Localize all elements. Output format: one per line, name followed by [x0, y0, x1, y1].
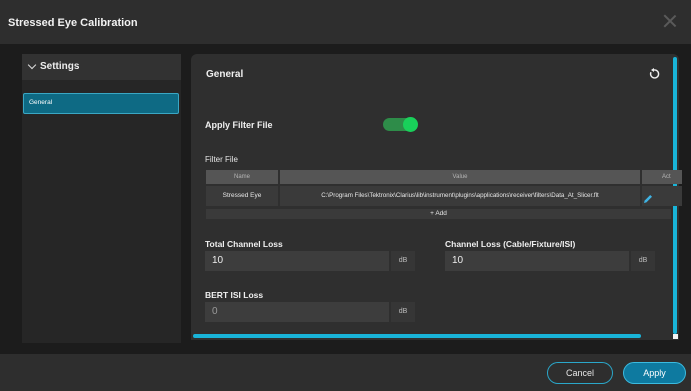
scroll-corner	[673, 334, 678, 339]
toggle-knob	[403, 117, 418, 132]
total-channel-loss-unit: dB	[391, 251, 415, 271]
column-header-name: Name	[206, 170, 278, 184]
sidebar-item-label: General	[29, 99, 53, 106]
reset-icon[interactable]	[648, 68, 660, 80]
channel-loss-value: 10	[452, 255, 464, 266]
pencil-icon[interactable]	[643, 191, 653, 203]
filter-name-cell: Stressed Eye	[206, 186, 278, 206]
column-header-value: Value	[280, 170, 640, 184]
title-bar: Stressed Eye Calibration	[0, 0, 691, 44]
bert-isi-loss-label: BERT ISI Loss	[205, 290, 264, 300]
sidebar-section-label: Settings	[40, 61, 80, 72]
channel-loss-unit: dB	[631, 251, 655, 271]
dialog-footer: Cancel Apply	[0, 354, 691, 391]
add-filter-button[interactable]: + Add	[206, 209, 671, 219]
apply-filter-label: Apply Filter File	[205, 120, 273, 130]
channel-loss-label: Channel Loss (Cable/Fixture/ISI)	[445, 239, 576, 249]
total-channel-loss-label: Total Channel Loss	[205, 239, 283, 249]
close-icon[interactable]	[663, 14, 677, 28]
filter-file-label: Filter File	[205, 155, 238, 164]
panel-title: General	[206, 69, 244, 80]
apply-filter-toggle[interactable]	[383, 117, 418, 132]
cancel-button[interactable]: Cancel	[547, 362, 613, 384]
chevron-down-icon	[27, 60, 37, 70]
total-channel-loss-value: 10	[212, 255, 224, 266]
sidebar-section-settings[interactable]: Settings	[22, 54, 181, 80]
bert-isi-loss-input[interactable]: 0	[205, 302, 389, 322]
total-channel-loss-input[interactable]: 10	[205, 251, 389, 271]
sidebar-item-general[interactable]: General	[23, 93, 179, 114]
bert-isi-loss-unit: dB	[391, 302, 415, 322]
column-header-actions: Act	[642, 170, 682, 184]
apply-button[interactable]: Apply	[623, 362, 686, 384]
horizontal-scrollbar[interactable]	[193, 334, 641, 338]
filter-path-cell: C:\Program Files\Tektronix\Clarius\lib\i…	[280, 186, 640, 206]
sidebar: Settings General	[22, 54, 181, 343]
bert-isi-loss-value: 0	[212, 306, 218, 317]
general-panel: General Apply Filter File Filter File Na…	[191, 54, 682, 340]
window-title: Stressed Eye Calibration	[8, 17, 138, 29]
channel-loss-input[interactable]: 10	[445, 251, 629, 271]
dialog-body: Settings General General Apply Filter Fi…	[0, 44, 691, 354]
